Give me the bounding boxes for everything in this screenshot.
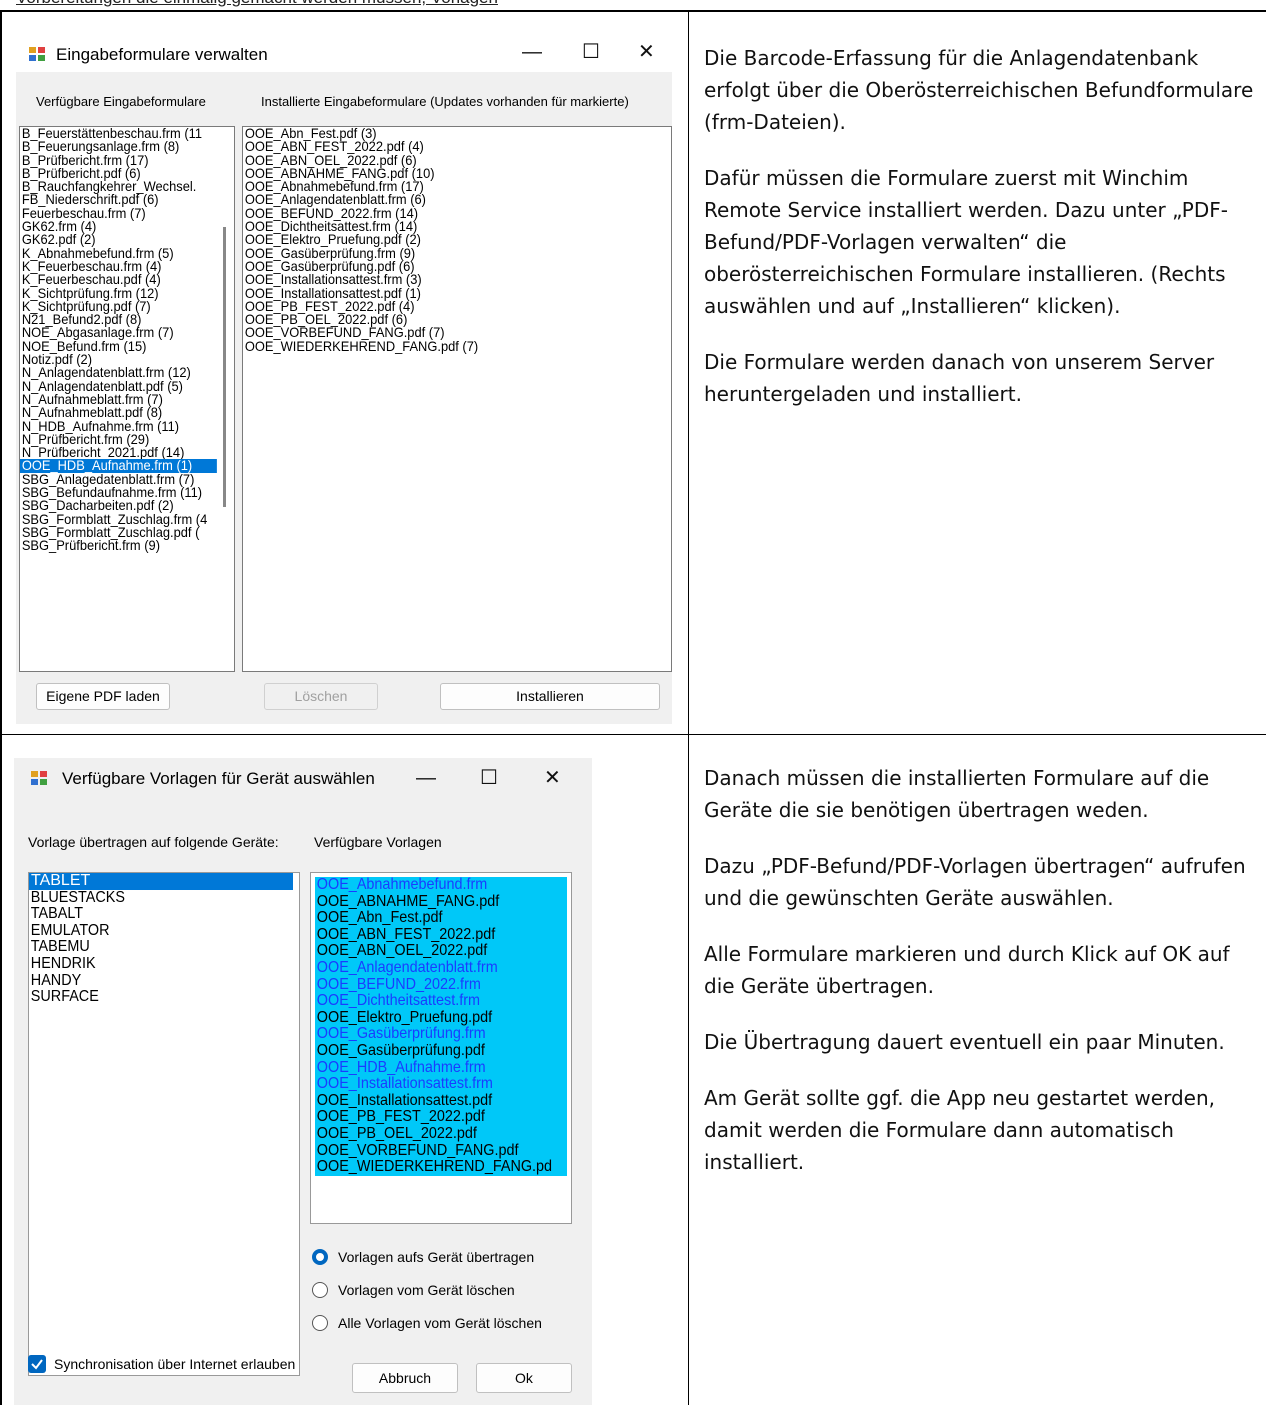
sync-checkbox[interactable] xyxy=(28,1355,46,1373)
template-item[interactable]: OOE_Abn_Fest.pdf xyxy=(315,910,542,927)
app-icon xyxy=(31,771,47,785)
titlebar: Verfügbare Vorlagen für Gerät auswählen … xyxy=(14,758,592,798)
devices-list[interactable]: TABLET BLUESTACKS TABALT EMULATOR TABEMU HEND… xyxy=(28,872,300,1376)
cancel-button[interactable]: Abbruch xyxy=(352,1363,458,1393)
paragraph: Alle Formulare markieren und durch Klick… xyxy=(704,942,1230,998)
device-item[interactable]: TABLET xyxy=(29,873,293,890)
template-item[interactable]: OOE_Gasüberprüfung.pdf xyxy=(315,1042,542,1060)
device-item[interactable]: TABALT xyxy=(29,906,272,923)
template-item[interactable]: OOE_Elektro_Pruefung.pdf xyxy=(315,1009,542,1027)
radio-transfer[interactable] xyxy=(312,1249,328,1265)
radio-transfer-label: Vorlagen aufs Gerät übertragen xyxy=(338,1249,535,1265)
templates-list[interactable]: OOE_Abnahmebefund.frm OOE_ABNAHME_FANG.pd… xyxy=(310,872,572,1224)
paragraph: Dazu „PDF-Befund/PDF-Vorlagen übertragen… xyxy=(704,854,1246,910)
scrollbar[interactable] xyxy=(223,227,226,507)
table-border-row xyxy=(0,734,1266,735)
device-item[interactable]: SURFACE xyxy=(29,989,272,1006)
radio-delete-all[interactable] xyxy=(312,1315,328,1331)
table-border-mid xyxy=(688,10,689,1405)
available-list[interactable]: B_Feuerstättenbeschau.frm (11 B_Feuerungs… xyxy=(19,126,235,672)
ok-button[interactable]: Ok xyxy=(476,1363,572,1393)
available-header: Verfügbare Eingabeformulare xyxy=(36,94,206,109)
paragraph: Danach müssen die installierten Formular… xyxy=(704,766,1210,822)
app-icon xyxy=(29,47,45,61)
dialog-vorlagen: Verfügbare Vorlagen für Gerät auswählen … xyxy=(14,758,592,1405)
template-item[interactable]: OOE_VORBEFUND_FANG.pdf xyxy=(315,1142,542,1160)
text-block-2: Danach müssen die installierten Formular… xyxy=(704,762,1256,1202)
dialog-title: Eingabeformulare verwalten xyxy=(56,45,268,64)
template-item[interactable]: OOE_BEFUND_2022.frm xyxy=(315,976,542,994)
dialog-eingabeformulare: Eingabeformulare verwalten — ☐ ✕ Verfügb… xyxy=(16,36,672,724)
table-border-top xyxy=(0,10,1266,12)
device-item[interactable]: TABEMU xyxy=(29,939,272,956)
templates-header: Verfügbare Vorlagen xyxy=(314,834,442,850)
template-item[interactable]: OOE_Gasüberprüfung.frm xyxy=(315,1026,542,1043)
radio-delete-all-label: Alle Vorlagen vom Gerät löschen xyxy=(338,1315,542,1331)
devices-header: Vorlage übertragen auf folgende Geräte: xyxy=(28,834,279,850)
check-icon xyxy=(31,1359,43,1370)
minimize-icon[interactable]: — xyxy=(522,42,542,62)
installed-list[interactable]: OOE_Abn_Fest.pdf (3) OOE_ABN_FEST_2022.pd… xyxy=(242,126,672,672)
paragraph: Die Barcode-Erfassung für die Anlagendat… xyxy=(704,46,1254,134)
maximize-icon[interactable]: ☐ xyxy=(582,42,600,62)
template-item[interactable]: OOE_PB_FEST_2022.pdf xyxy=(315,1109,542,1126)
table-border-left xyxy=(0,10,2,1405)
titlebar: Eingabeformulare verwalten — ☐ ✕ xyxy=(16,36,672,72)
load-pdf-button[interactable]: Eigene PDF laden xyxy=(36,683,170,710)
sync-label: Synchronisation über Internet erlauben xyxy=(54,1356,296,1372)
installed-header: Installierte Eingabeformulare (Updates v… xyxy=(261,94,629,109)
radio-delete-label: Vorlagen vom Gerät löschen xyxy=(338,1282,515,1298)
delete-button[interactable]: Löschen xyxy=(264,683,378,710)
radio-delete[interactable] xyxy=(312,1282,328,1298)
templates-selection: OOE_Abnahmebefund.frm OOE_ABNAHME_FANG.pd… xyxy=(315,876,567,1176)
paragraph: Am Gerät sollte ggf. die App neu gestart… xyxy=(704,1086,1215,1174)
template-item[interactable]: OOE_Dichtheitsattest.frm xyxy=(315,993,542,1010)
text-block-1: Die Barcode-Erfassung für die Anlagendat… xyxy=(704,42,1256,434)
paragraph: Dafür müssen die Formulare zuerst mit Wi… xyxy=(704,166,1228,318)
available-list-item[interactable]: SBG_Prüfbericht.frm (9) xyxy=(20,538,217,552)
template-item[interactable]: OOE_Installationsattest.pdf xyxy=(315,1092,542,1110)
close-icon[interactable]: ✕ xyxy=(544,768,561,788)
device-item[interactable]: BLUESTACKS xyxy=(29,889,272,907)
template-item[interactable]: OOE_Installationsattest.frm xyxy=(315,1076,542,1093)
install-button[interactable]: Installieren xyxy=(440,683,660,710)
header-fragment: Vorbereitungen die einmalig gemacht werd… xyxy=(16,0,498,8)
device-item[interactable]: HENDRIK xyxy=(29,955,272,973)
template-item[interactable]: OOE_ABN_OEL_2022.pdf xyxy=(315,943,542,960)
close-icon[interactable]: ✕ xyxy=(638,42,655,62)
device-item[interactable]: HANDY xyxy=(29,972,272,990)
paragraph: Die Übertragung dauert eventuell ein paa… xyxy=(704,1030,1225,1054)
installed-list-item[interactable]: OOE_WIEDERKEHREND_FANG.pdf (7) xyxy=(243,339,637,353)
minimize-icon[interactable]: — xyxy=(416,768,436,788)
paragraph: Die Formulare werden danach von unserem … xyxy=(704,350,1215,406)
template-item[interactable]: OOE_WIEDERKEHREND_FANG.pd xyxy=(315,1158,552,1176)
template-item[interactable]: OOE_Abnahmebefund.frm xyxy=(315,876,542,894)
maximize-icon[interactable]: ☐ xyxy=(480,768,498,788)
template-item[interactable]: OOE_HDB_Aufnahme.frm xyxy=(315,1059,542,1077)
dialog-title: Verfügbare Vorlagen für Gerät auswählen xyxy=(62,769,375,788)
template-item[interactable]: OOE_PB_OEL_2022.pdf xyxy=(315,1125,542,1143)
template-item[interactable]: OOE_ABNAHME_FANG.pdf xyxy=(315,893,542,911)
device-item[interactable]: EMULATOR xyxy=(29,922,272,940)
template-item[interactable]: OOE_ABN_FEST_2022.pdf xyxy=(315,926,542,944)
template-item[interactable]: OOE_Anlagendatenblatt.frm xyxy=(315,959,542,977)
